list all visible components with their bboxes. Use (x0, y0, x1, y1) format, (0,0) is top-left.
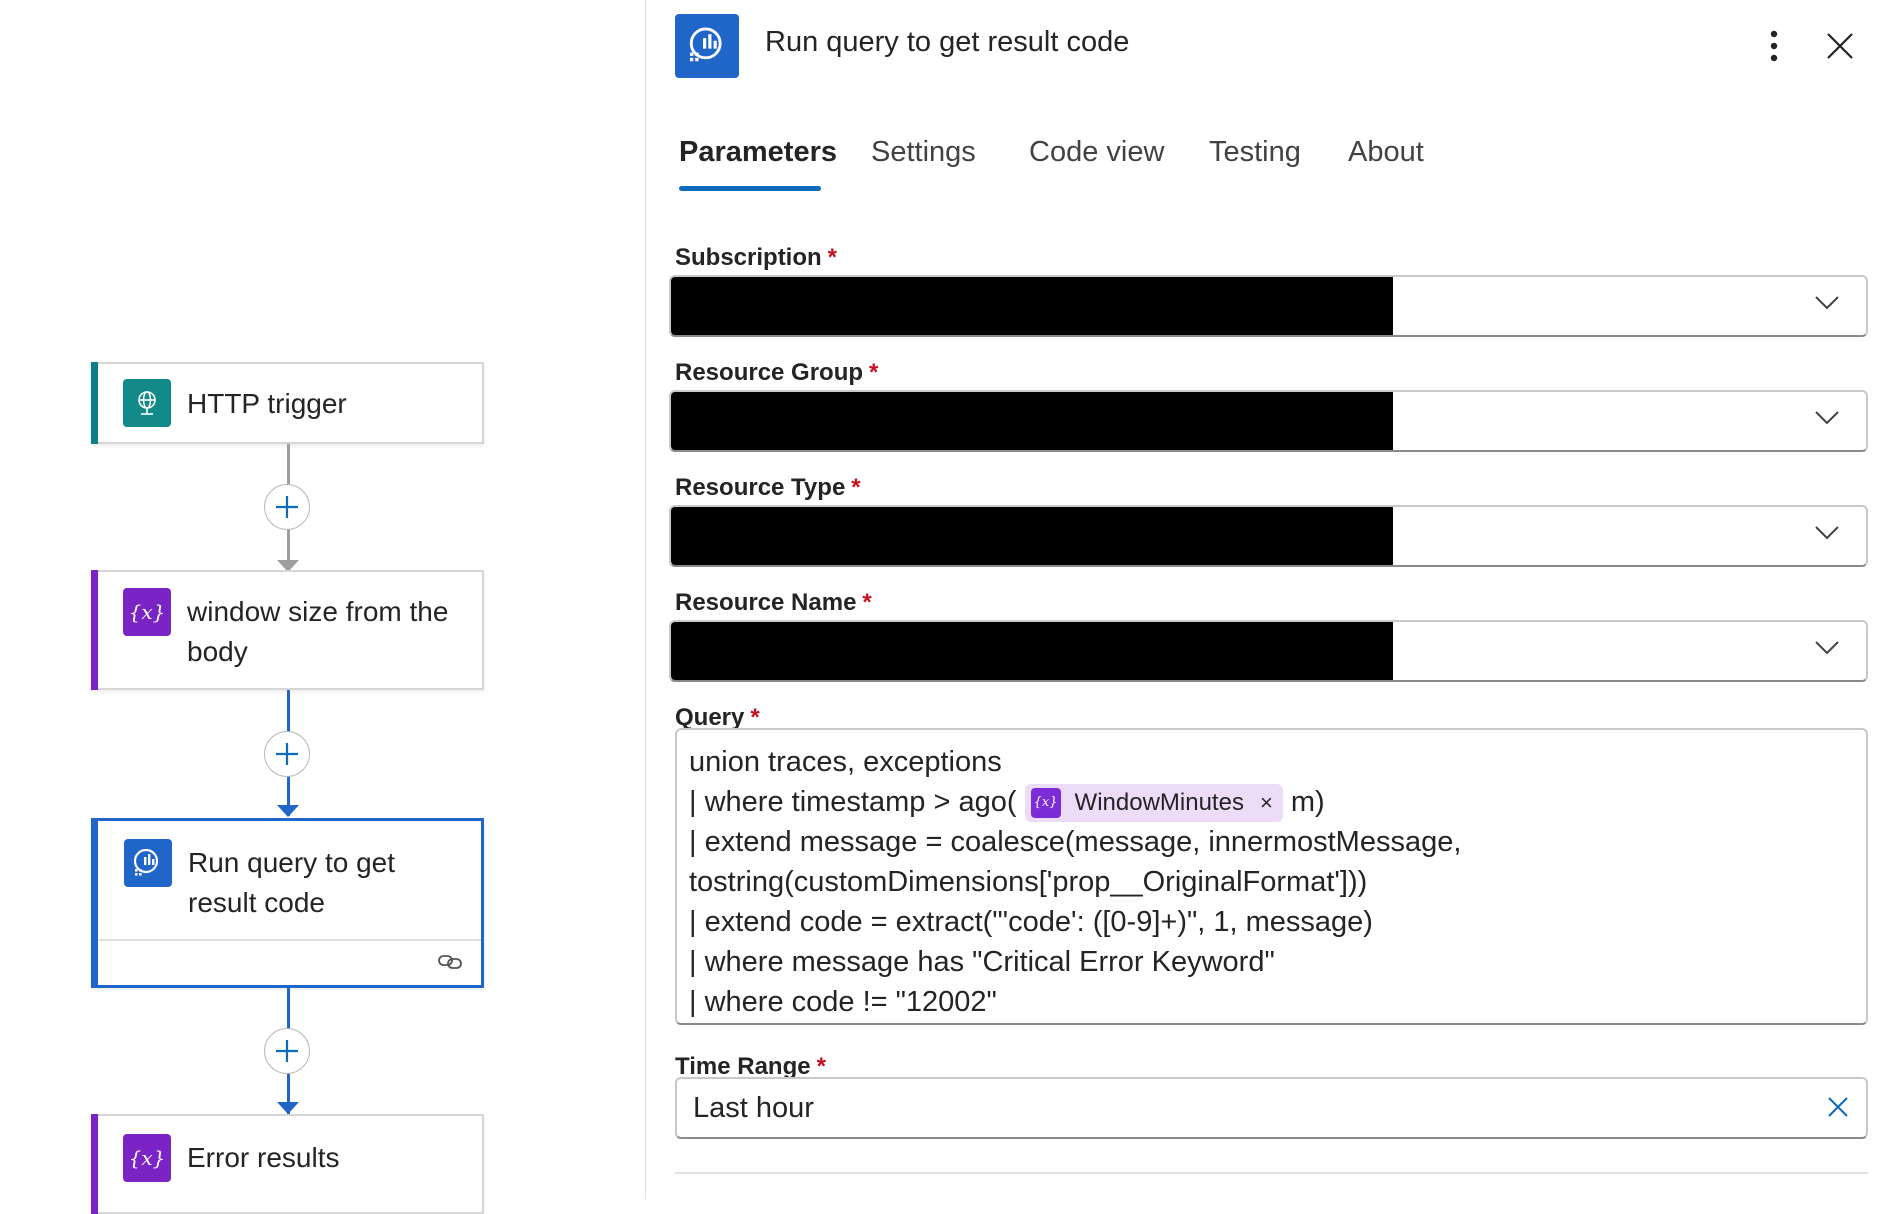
node-accent (91, 362, 98, 444)
subscription-dropdown[interactable] (669, 275, 1868, 337)
add-step-button[interactable] (264, 484, 310, 530)
node-run-query[interactable]: Run query to get result code (91, 818, 484, 988)
subscription-label: Subscription * (675, 244, 838, 271)
redacted-value (671, 392, 1393, 450)
query-line: | extend message = coalesce(message, inn… (689, 826, 1462, 858)
tab-testing[interactable]: Testing (1209, 136, 1301, 169)
redacted-value (671, 622, 1393, 680)
variable-icon: {x} (123, 1134, 171, 1182)
node-title: HTTP trigger (187, 388, 347, 419)
node-http-trigger[interactable]: HTTP trigger (91, 362, 484, 444)
node-title: Error results (187, 1142, 340, 1173)
query-line: union traces, exceptions (689, 746, 1002, 778)
section-divider (675, 1172, 1868, 1174)
node-window-size[interactable]: {x} window size from the body (91, 570, 484, 690)
node-accent (91, 1114, 98, 1214)
add-step-button[interactable] (264, 731, 310, 777)
log-analytics-icon (124, 839, 172, 887)
query-line: | where code != "12002" (689, 986, 997, 1018)
query-line: tostring(customDimensions['prop__Origina… (689, 866, 1368, 898)
chevron-down-icon (1815, 641, 1839, 655)
time-range-field[interactable]: Last hour (675, 1077, 1868, 1139)
dynamic-content-token[interactable]: {x} WindowMinutes × (1024, 783, 1283, 823)
close-icon[interactable] (1818, 24, 1862, 68)
time-range-value: Last hour (693, 1092, 814, 1124)
active-tab-indicator (679, 186, 821, 191)
tab-about[interactable]: About (1348, 136, 1424, 169)
resource-group-label: Resource Group * (675, 359, 879, 386)
node-title: Run query to get result code (188, 847, 396, 918)
resource-name-dropdown[interactable] (669, 620, 1868, 682)
panel-divider (645, 0, 646, 1198)
tab-parameters[interactable]: Parameters (679, 136, 837, 169)
chevron-down-icon (1815, 296, 1839, 310)
node-error-results[interactable]: {x} Error results (91, 1114, 484, 1214)
tab-code-view[interactable]: Code view (1029, 136, 1164, 169)
query-line: | where timestamp > ago( {x} WindowMinut… (689, 782, 1866, 823)
workflow-canvas: HTTP trigger {x} window size from the bo… (0, 0, 645, 1214)
remove-token-icon[interactable]: × (1260, 783, 1273, 823)
globe-icon (123, 379, 171, 427)
node-footer-divider (99, 939, 481, 941)
clear-icon[interactable] (1826, 1095, 1850, 1119)
chevron-down-icon (1815, 411, 1839, 425)
resource-type-label: Resource Type * (675, 474, 861, 501)
tab-settings[interactable]: Settings (871, 136, 976, 169)
chevron-down-icon (1815, 526, 1839, 540)
link-icon[interactable] (437, 951, 463, 978)
redacted-value (671, 507, 1393, 565)
query-editor[interactable]: union traces, exceptions | where timesta… (675, 728, 1868, 1025)
log-analytics-icon (675, 14, 739, 78)
resource-group-dropdown[interactable] (669, 390, 1868, 452)
query-line: | where message has "Critical Error Keyw… (689, 946, 1275, 978)
arrow-down-icon (277, 805, 299, 817)
add-step-button[interactable] (264, 1028, 310, 1074)
query-line: | extend code = extract("'code': ([0-9]+… (689, 906, 1373, 938)
redacted-value (671, 277, 1393, 335)
node-title: window size from the body (187, 596, 449, 667)
node-accent (91, 570, 98, 690)
variable-icon: {x} (1030, 788, 1061, 819)
panel-title: Run query to get result code (765, 26, 1130, 58)
variable-icon: {x} (123, 588, 171, 636)
resource-type-dropdown[interactable] (669, 505, 1868, 567)
node-accent (91, 818, 98, 988)
resource-name-label: Resource Name * (675, 589, 872, 616)
more-options-button[interactable] (1756, 24, 1792, 68)
arrow-down-icon (277, 1102, 299, 1114)
